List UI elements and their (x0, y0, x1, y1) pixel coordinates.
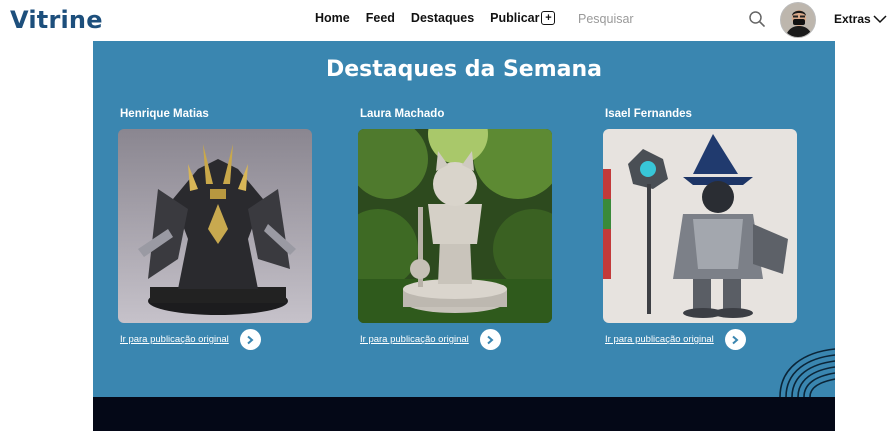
original-post-link[interactable]: Ir para publicação original (605, 334, 714, 345)
arrow-right-icon[interactable] (239, 329, 261, 350)
card-link-row: Ir para publicação original (605, 329, 798, 350)
original-post-link[interactable]: Ir para publicação original (360, 334, 469, 345)
extras-menu[interactable]: Extras (834, 12, 887, 26)
chevron-down-icon (873, 15, 887, 24)
weekly-highlights-section: Destaques da Semana Henrique Matias Ir p… (93, 41, 835, 397)
arrow-right-icon[interactable] (479, 329, 501, 350)
app-logo[interactable]: Vitrine (10, 6, 103, 34)
original-post-link[interactable]: Ir para publicação original (120, 334, 229, 345)
card-author: Isael Fernandes (605, 108, 692, 120)
search-icon[interactable] (748, 10, 766, 28)
nav-publicar[interactable]: Publicar + (490, 11, 571, 25)
highlight-card: Isael Fernandes Ir para publicação origi… (603, 108, 798, 350)
card-image[interactable] (118, 129, 312, 323)
top-header: Vitrine Home Feed Destaques Publicar + E… (0, 0, 888, 40)
avatar[interactable] (780, 2, 816, 38)
highlight-card: Laura Machado Ir para publicação origina… (358, 108, 553, 350)
card-author: Laura Machado (360, 108, 445, 120)
card-link-row: Ir para publicação original (120, 329, 313, 350)
decorative-wave (779, 348, 835, 397)
card-image[interactable] (603, 129, 797, 323)
card-image[interactable] (358, 129, 552, 323)
arrow-right-icon[interactable] (724, 329, 746, 350)
nav-publicar-label: Publicar (490, 11, 540, 25)
extras-label: Extras (834, 12, 871, 26)
card-link-row: Ir para publicação original (360, 329, 553, 350)
section-title: Destaques da Semana (325, 57, 603, 82)
main-nav: Home Feed Destaques Publicar + (315, 11, 571, 25)
nav-home[interactable]: Home (315, 11, 350, 25)
card-author: Henrique Matias (120, 108, 209, 120)
plus-icon: + (541, 11, 556, 25)
search-input[interactable] (578, 9, 738, 29)
nav-destaques[interactable]: Destaques (411, 11, 474, 25)
highlight-card: Henrique Matias Ir para publicação origi… (118, 108, 313, 350)
footer-bar (93, 397, 835, 431)
nav-feed[interactable]: Feed (366, 11, 395, 25)
